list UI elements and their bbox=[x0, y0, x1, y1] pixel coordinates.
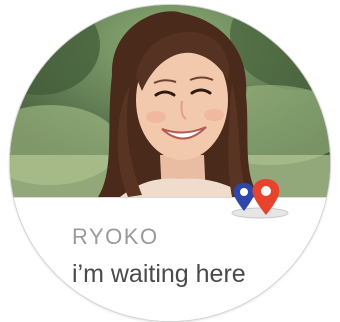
contact-name: RYOKO bbox=[72, 224, 159, 249]
contact-photo bbox=[10, 5, 330, 197]
message-text: i’m waiting here bbox=[72, 260, 246, 288]
watch-face[interactable]: RYOKO i’m waiting here bbox=[10, 5, 330, 321]
contact-photo-image bbox=[10, 5, 330, 197]
location-pin-icon bbox=[230, 177, 290, 221]
screen: RYOKO i’m waiting here bbox=[0, 0, 340, 322]
